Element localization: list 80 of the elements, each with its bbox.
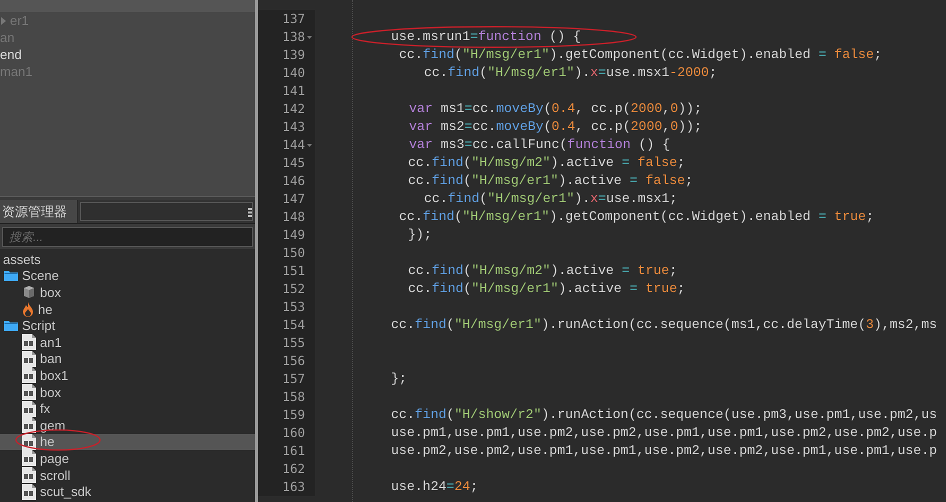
- line-number: 159: [282, 408, 305, 422]
- code-line: };: [391, 372, 407, 386]
- code-line: cc.find("H/msg/er1").x=use.msx1-2000;: [424, 66, 717, 80]
- hierarchy-item[interactable]: end: [0, 46, 255, 63]
- code-line: cc.find("H/msg/er1").getComponent(cc.Widget).enabled = true;: [399, 210, 874, 224]
- line-number: 143: [282, 120, 305, 134]
- line-number: 154: [282, 318, 305, 332]
- search-field[interactable]: 搜索...: [2, 226, 253, 246]
- line-number: 157: [282, 372, 305, 386]
- line-number: 162: [282, 462, 305, 476]
- fold-caret-icon[interactable]: [306, 144, 312, 146]
- code-line: cc.find("H/msg/er1").active = false;: [408, 174, 693, 188]
- tree-item[interactable]: Scene: [0, 268, 255, 284]
- line-number: 156: [282, 354, 305, 368]
- file-icon: [22, 367, 36, 384]
- code-line: var ms2=cc.moveBy(0.4, cc.p(2000,0));: [409, 120, 702, 134]
- line-number: 150: [282, 246, 305, 260]
- file-icon: [22, 384, 36, 400]
- tree-item[interactable]: fx: [0, 400, 255, 417]
- file-icon: [22, 484, 36, 500]
- flame-icon: [22, 302, 34, 317]
- line-number: 142: [282, 102, 305, 116]
- code-line: cc.find("H/msg/m2").active = false;: [408, 156, 686, 170]
- line-number: 153: [282, 300, 305, 314]
- code-line: cc.find("H/msg/m2").active = true;: [408, 264, 678, 278]
- code-line: var ms1=cc.moveBy(0.4, cc.p(2000,0));: [409, 102, 702, 116]
- line-number: 152: [282, 282, 305, 296]
- line-number: 158: [282, 390, 305, 404]
- panel-tab[interactable]: 资源管理器: [0, 200, 78, 223]
- file-icon: [22, 334, 36, 350]
- code-line: cc.find("H/msg/er1").x=use.msx1;: [424, 192, 678, 206]
- code-line: });: [408, 228, 432, 242]
- file-icon: [22, 450, 36, 466]
- tree-item[interactable]: box: [0, 384, 255, 400]
- fold-caret-icon[interactable]: [306, 36, 312, 38]
- line-number: 145: [282, 156, 305, 170]
- tree-item[interactable]: box1: [0, 367, 255, 384]
- folder-icon: [4, 320, 18, 332]
- folder-icon: [4, 270, 18, 282]
- line-number: 139: [282, 48, 305, 62]
- line-number: 161: [282, 444, 305, 458]
- file-icon: [22, 417, 36, 434]
- line-number: 149: [282, 228, 305, 242]
- code-line: cc.find("H/msg/er1").active = true;: [408, 282, 686, 296]
- cube-icon: [22, 285, 36, 300]
- line-number: 148: [282, 210, 305, 224]
- tree-item[interactable]: Script: [0, 317, 255, 334]
- tree-item[interactable]: ban: [0, 350, 255, 368]
- tree-item[interactable]: scut_sdk: [0, 483, 255, 500]
- line-number: 138: [282, 30, 305, 44]
- menu-icon[interactable]: [248, 206, 252, 216]
- line-number: 141: [282, 84, 305, 98]
- file-icon: [22, 350, 36, 367]
- line-number: 147: [282, 192, 305, 206]
- line-number: 137: [282, 12, 305, 26]
- line-number: 151: [282, 264, 305, 278]
- file-icon: [22, 467, 36, 484]
- code-line: cc.find("H/msg/er1").getComponent(cc.Widget).enabled = false;: [399, 48, 882, 62]
- line-number: 146: [282, 174, 305, 188]
- code-line: cc.find("H/show/r2").runAction(cc.sequence(use.pm3,use.pm1,use.pm2,us: [391, 408, 938, 422]
- code-line: use.msrun1=function () {: [391, 30, 581, 44]
- tree-item[interactable]: assets: [0, 251, 255, 268]
- tree-item[interactable]: he: [0, 300, 255, 318]
- tree-item[interactable]: box: [0, 284, 255, 301]
- code-line: cc.find("H/msg/er1").runAction(cc.sequence(ms1,cc.delayTime(3),ms2,ms: [391, 318, 938, 332]
- code-line: use.pm2,use.pm2,use.pm1,use.pm1,use.pm2,use.pm2,use.pm1,use.pm1,use.p: [391, 444, 938, 458]
- line-number: 140: [282, 66, 305, 80]
- line-number: 160: [282, 426, 305, 440]
- tree-item[interactable]: scroll: [0, 466, 255, 484]
- code-line: var ms3=cc.callFunc(function () {: [409, 138, 670, 152]
- line-number: 144: [282, 138, 305, 152]
- expand-arrow-icon[interactable]: [1, 16, 6, 24]
- code-line: use.pm1,use.pm1,use.pm2,use.pm2,use.pm1,use.pm1,use.pm2,use.pm2,use.p: [391, 426, 938, 440]
- code-line: use.h24=24;: [391, 480, 478, 494]
- line-number: 155: [282, 336, 305, 350]
- tree-item[interactable]: he: [0, 434, 255, 450]
- line-number: 163: [282, 480, 305, 494]
- tree-item[interactable]: an1: [0, 334, 255, 351]
- tree-item[interactable]: page: [0, 450, 255, 467]
- file-icon: [22, 400, 36, 417]
